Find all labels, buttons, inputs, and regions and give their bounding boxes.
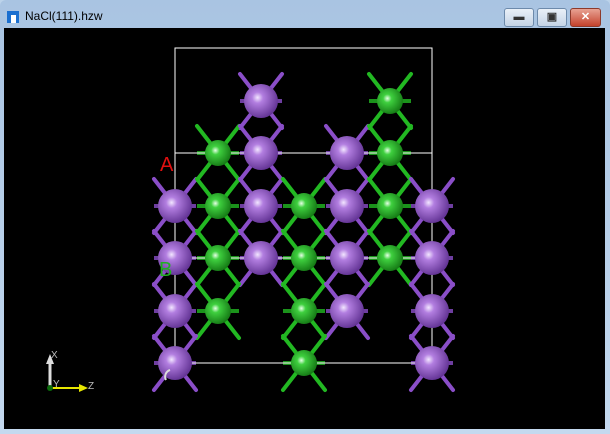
atom-cl[interactable]	[205, 140, 231, 166]
atom-cl[interactable]	[291, 245, 317, 271]
window-title: NaCl(111).hzw	[25, 9, 103, 23]
atom-na[interactable]	[415, 241, 449, 275]
atom-na[interactable]	[330, 136, 364, 170]
structure-viewport[interactable]: A B X Y Z	[4, 28, 605, 429]
cell-label-b: B	[159, 259, 172, 281]
maximize-button[interactable]: ▣	[537, 8, 567, 27]
atom-na[interactable]	[244, 189, 278, 223]
app-window: NaCl(111).hzw ▬ ▣ ✕ A B X Y Z	[0, 0, 610, 434]
atom-cl[interactable]	[291, 298, 317, 324]
atom-na[interactable]	[415, 189, 449, 223]
app-icon	[7, 11, 19, 23]
atom-na[interactable]	[415, 294, 449, 328]
atom-na[interactable]	[158, 294, 192, 328]
axis-z-label: Z	[88, 381, 94, 392]
atom-na[interactable]	[415, 346, 449, 380]
atom-cl[interactable]	[377, 193, 403, 219]
atom-cl[interactable]	[205, 245, 231, 271]
axis-triad: X Y Z	[46, 350, 94, 392]
atom-na[interactable]	[330, 241, 364, 275]
atom-cl[interactable]	[291, 193, 317, 219]
minimize-icon: ▬	[513, 11, 525, 23]
close-icon: ✕	[580, 11, 591, 23]
atom-na[interactable]	[158, 189, 192, 223]
atom-na[interactable]	[244, 241, 278, 275]
atom-cl[interactable]	[205, 298, 231, 324]
atom-na[interactable]	[244, 84, 278, 118]
atom-na[interactable]	[330, 189, 364, 223]
atom-na[interactable]	[244, 136, 278, 170]
close-button[interactable]: ✕	[570, 8, 601, 27]
cell-label-a: A	[160, 154, 174, 176]
crystal-structure[interactable]: A B X Y Z	[4, 28, 605, 429]
axis-y-label: Y	[53, 379, 60, 390]
atom-cl[interactable]	[291, 350, 317, 376]
atom-cl[interactable]	[205, 193, 231, 219]
atom-cl[interactable]	[377, 245, 403, 271]
maximize-icon: ▣	[546, 11, 558, 23]
atom-na[interactable]	[330, 294, 364, 328]
atom-na[interactable]	[158, 346, 192, 380]
minimize-button[interactable]: ▬	[504, 8, 534, 27]
atom-cl[interactable]	[377, 140, 403, 166]
axis-x-label: X	[51, 350, 58, 361]
atom-cl[interactable]	[377, 88, 403, 114]
title-bar[interactable]: NaCl(111).hzw ▬ ▣ ✕	[0, 0, 610, 28]
